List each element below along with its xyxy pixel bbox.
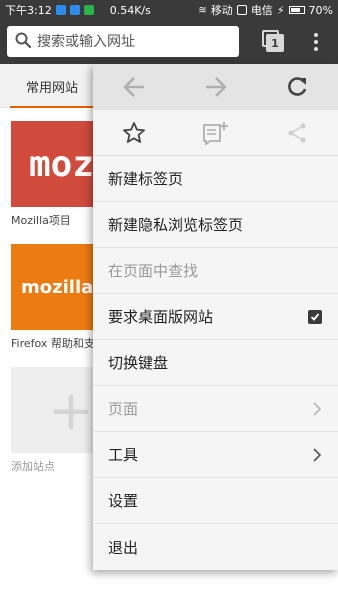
carrier-2: 电信 [250,4,273,17]
forward-arrow-icon [205,77,226,97]
carrier-1: 移动 [210,4,233,17]
desktop-site-checkbox[interactable] [308,309,322,324]
wifi-icon: ≋ [198,4,207,16]
overflow-menu-button[interactable] [306,31,326,53]
menu-item-settings[interactable]: 设置 [93,478,338,524]
menu-item-label: 设置 [108,492,139,510]
overflow-menu: 新建标签页 新建隐私浏览标签页 在页面中查找 要求桌面版网站 切换键盘 页面 工… [93,64,338,570]
notification-icon [69,5,80,15]
status-time: 下午3:12 [5,4,52,17]
tabs-button[interactable]: 1 [262,30,286,54]
menu-actions-row [93,110,338,156]
menu-item-label: 新建隐私浏览标签页 [108,216,244,234]
reload-icon [288,77,307,96]
search-icon [15,32,32,52]
chevron-right-icon [313,401,322,416]
menu-item-label: 要求桌面版网站 [108,308,214,326]
menu-item-switch-keyboard[interactable]: 切换键盘 [93,340,338,386]
menu-item-label: 页面 [108,400,139,418]
menu-item-find-in-page[interactable]: 在页面中查找 [93,248,338,294]
menu-item-quit[interactable]: 退出 [93,524,338,570]
charging-icon: ⚡ [276,3,285,17]
battery-level: 70% [308,3,333,17]
forward-button[interactable] [175,64,257,110]
notification-icon [55,5,66,15]
bookmark-button[interactable] [93,110,175,156]
url-bar[interactable] [7,26,239,57]
reading-list-button[interactable] [175,110,257,156]
share-icon [288,122,306,143]
browser-toolbar: 1 [0,20,338,64]
reading-list-add-icon [202,121,228,145]
tab-count: 1 [266,34,284,52]
star-icon [122,121,145,143]
menu-item-label: 工具 [108,446,139,464]
tab-top-sites[interactable]: 常用网站 [10,64,94,108]
status-bar: 下午3:12 0.54K/s ≋ 移动 电信 ⚡ 70% [0,0,338,20]
menu-item-new-tab[interactable]: 新建标签页 [93,156,338,202]
menu-item-label: 退出 [108,538,139,557]
search-input[interactable] [37,33,227,50]
chevron-right-icon [313,447,322,462]
signal-icon [236,5,247,15]
menu-item-label: 新建标签页 [108,170,184,188]
menu-item-request-desktop-site[interactable]: 要求桌面版网站 [93,294,338,340]
menu-nav-row [93,64,338,110]
wechat-icon [83,5,94,15]
menu-item-new-private-tab[interactable]: 新建隐私浏览标签页 [93,202,338,248]
menu-item-label: 切换键盘 [108,354,169,372]
menu-item-label: 在页面中查找 [108,262,199,280]
menu-item-page[interactable]: 页面 [93,386,338,432]
battery-icon [288,6,305,14]
back-button[interactable] [93,64,175,110]
share-button[interactable] [256,110,338,156]
checkmark-icon [310,312,320,321]
menu-item-tools[interactable]: 工具 [93,432,338,478]
back-arrow-icon [123,77,144,97]
reload-button[interactable] [256,64,338,110]
network-speed: 0.54K/s [109,3,151,17]
